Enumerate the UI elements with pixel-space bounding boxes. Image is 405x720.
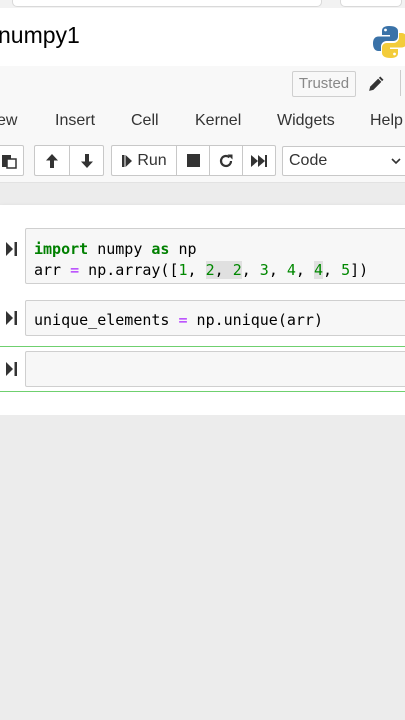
- pencil-icon[interactable]: [367, 76, 384, 93]
- stop-icon: [186, 154, 200, 167]
- cell-type-select[interactable]: Code: [282, 146, 405, 176]
- step-forward-icon: [122, 154, 133, 167]
- code-token: np: [169, 240, 197, 258]
- run-button-label: Run: [137, 151, 167, 169]
- code-input-1[interactable]: import numpy as np arr = np.array([1, 2,…: [25, 228, 405, 284]
- interrupt-button[interactable]: [176, 145, 209, 176]
- code-token: 5: [341, 261, 351, 279]
- code-token: np.unique(arr): [187, 311, 323, 329]
- restart-button[interactable]: [209, 145, 242, 176]
- code-token: ]): [350, 261, 369, 279]
- paste-button[interactable]: [0, 145, 24, 176]
- arrow-down-icon: [80, 153, 93, 168]
- run-button[interactable]: Run: [111, 145, 176, 176]
- code-token: 1: [178, 261, 188, 279]
- code-token: ,: [241, 261, 260, 279]
- menu-help[interactable]: Help: [370, 112, 403, 130]
- notebook-header: numpy1: [0, 8, 405, 67]
- restart-icon: [219, 154, 233, 167]
- paste-icon: [2, 154, 17, 169]
- browser-button[interactable]: [340, 0, 402, 7]
- code-token: =: [70, 261, 80, 279]
- code-line: arr = np.array([1, 2, 2, 3, 4, 4, 5]): [34, 261, 368, 279]
- fast-forward-icon: [251, 154, 267, 167]
- notebook-background-top: [0, 183, 405, 205]
- python-logo-icon: [373, 26, 405, 58]
- menu-insert[interactable]: Insert: [55, 112, 95, 130]
- code-token: ,: [214, 261, 233, 279]
- code-token: arr: [34, 261, 71, 279]
- code-token: ,: [323, 261, 342, 279]
- code-token: ,: [187, 261, 206, 279]
- move-up-button[interactable]: [34, 145, 69, 176]
- code-token: 4: [313, 261, 323, 279]
- code-token: 4: [286, 261, 296, 279]
- code-token: unique_elements: [34, 311, 179, 329]
- notebook-title[interactable]: numpy1: [0, 22, 80, 49]
- code-input-3[interactable]: [25, 351, 405, 387]
- code-cell-2[interactable]: unique_elements = np.unique(arr): [0, 300, 405, 336]
- menu-view[interactable]: ew: [0, 112, 17, 130]
- browser-top-strip: [0, 0, 405, 8]
- run-cell-icon[interactable]: [6, 362, 18, 376]
- cell-type-value: Code: [289, 152, 328, 169]
- code-line: unique_elements = np.unique(arr): [34, 311, 323, 329]
- chevron-down-icon: [391, 158, 401, 165]
- code-token: 2: [232, 261, 242, 279]
- code-token: as: [151, 240, 170, 258]
- code-token: ,: [295, 261, 314, 279]
- code-token: np.array([: [79, 261, 179, 279]
- menu-kernel[interactable]: Kernel: [195, 112, 241, 130]
- code-input-2[interactable]: unique_elements = np.unique(arr): [25, 300, 405, 336]
- move-down-button[interactable]: [69, 145, 104, 176]
- code-token: import: [34, 240, 89, 258]
- arrow-up-icon: [46, 153, 58, 168]
- notebook-background-bottom: [0, 415, 405, 720]
- code-token: 2: [205, 261, 215, 279]
- code-cell-3[interactable]: [0, 351, 405, 387]
- code-cell-1[interactable]: import numpy as np arr = np.array([1, 2,…: [0, 228, 405, 284]
- code-line: import numpy as np: [34, 240, 197, 258]
- toolbar-divider: [400, 70, 401, 96]
- menu-widgets[interactable]: Widgets: [277, 112, 335, 130]
- code-token: 3: [259, 261, 269, 279]
- restart-run-all-button[interactable]: [242, 145, 276, 176]
- trusted-badge[interactable]: Trusted: [292, 71, 356, 97]
- browser-address-bar[interactable]: [12, 0, 322, 7]
- code-token: numpy: [88, 240, 152, 258]
- run-cell-icon[interactable]: [6, 242, 18, 256]
- code-token: =: [178, 311, 188, 329]
- run-cell-icon[interactable]: [6, 311, 18, 325]
- menu-cell[interactable]: Cell: [131, 112, 159, 130]
- code-token: ,: [268, 261, 287, 279]
